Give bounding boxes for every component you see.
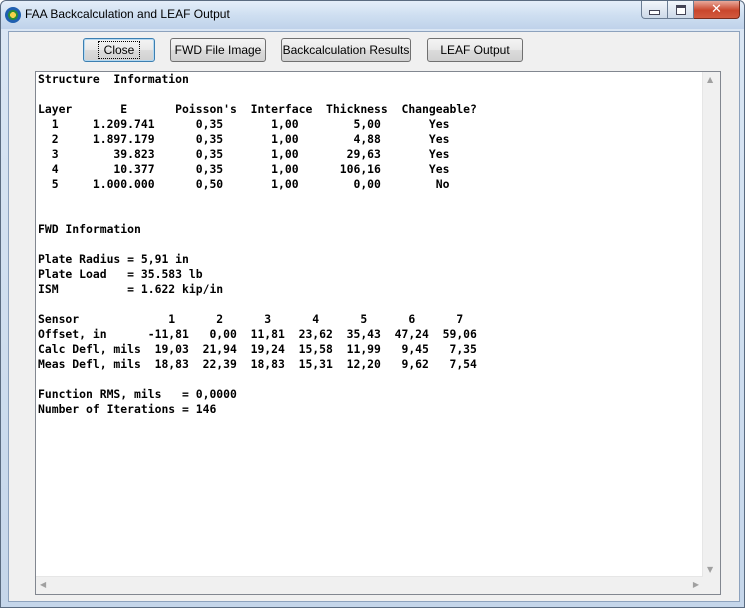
app-window: FAA Backcalculation and LEAF Output ✕ Cl… xyxy=(0,0,745,608)
backcalculation-results-label: Backcalculation Results xyxy=(282,43,410,57)
vertical-scrollbar[interactable]: ▲ ▼ xyxy=(702,72,720,578)
close-button[interactable]: Close xyxy=(83,38,155,62)
client-area: Close FWD File Image Backcalculation Res… xyxy=(8,31,740,602)
caption-buttons: ✕ xyxy=(641,1,740,21)
fwd-file-image-button[interactable]: FWD File Image xyxy=(170,38,266,62)
faa-globe-icon xyxy=(5,7,21,23)
minimize-button[interactable] xyxy=(641,1,668,19)
window-title: FAA Backcalculation and LEAF Output xyxy=(25,7,230,21)
output-line: Number of Iterations = 146 xyxy=(38,402,217,416)
scroll-left-icon[interactable]: ◀ xyxy=(40,581,46,589)
maximize-icon xyxy=(675,4,686,15)
close-button-label: Close xyxy=(97,41,141,59)
horizontal-scrollbar[interactable]: ◀ ▶ xyxy=(36,576,703,594)
output-line: 1 1.209.741 0,35 1,00 5,00 Yes xyxy=(38,117,450,131)
output-line: 5 1.000.000 0,50 1,00 0,00 No xyxy=(38,177,450,191)
output-text-box[interactable]: Structure Information Layer E Poisson's … xyxy=(35,71,721,595)
output-line: Plate Load = 35.583 lb xyxy=(38,267,203,281)
scroll-right-icon[interactable]: ▶ xyxy=(693,581,699,589)
leaf-output-label: LEAF Output xyxy=(440,43,510,57)
output-line: 2 1.897.179 0,35 1,00 4,88 Yes xyxy=(38,132,450,146)
maximize-button[interactable] xyxy=(668,1,694,19)
fwd-file-image-label: FWD File Image xyxy=(174,43,262,57)
close-window-button[interactable]: ✕ xyxy=(694,1,740,19)
output-line: ISM = 1.622 kip/in xyxy=(38,282,224,296)
leaf-output-button[interactable]: LEAF Output xyxy=(427,38,523,62)
output-line: Layer E Poisson's Interface Thickness Ch… xyxy=(38,102,477,116)
minimize-icon xyxy=(649,10,660,15)
output-line: FWD Information xyxy=(38,222,141,236)
output-line: Calc Defl, mils 19,03 21,94 19,24 15,58 … xyxy=(38,342,477,356)
output-line: Sensor 1 2 3 4 5 6 7 xyxy=(38,312,464,326)
output-line: 4 10.377 0,35 1,00 106,16 Yes xyxy=(38,162,450,176)
output-line: Plate Radius = 5,91 in xyxy=(38,252,189,266)
output-line: Offset, in -11,81 0,00 11,81 23,62 35,43… xyxy=(38,327,477,341)
output-line: Function RMS, mils = 0,0000 xyxy=(38,387,237,401)
output-line: Meas Defl, mils 18,83 22,39 18,83 15,31 … xyxy=(38,357,477,371)
output-line: Structure Information xyxy=(38,72,189,86)
output-line: 3 39.823 0,35 1,00 29,63 Yes xyxy=(38,147,450,161)
close-icon: ✕ xyxy=(711,2,722,17)
scroll-down-icon[interactable]: ▼ xyxy=(707,566,713,574)
title-bar[interactable]: FAA Backcalculation and LEAF Output ✕ xyxy=(1,1,744,29)
scroll-corner xyxy=(703,577,720,594)
backcalculation-results-button[interactable]: Backcalculation Results xyxy=(281,38,411,62)
scroll-up-icon[interactable]: ▲ xyxy=(707,76,713,84)
output-text: Structure Information Layer E Poisson's … xyxy=(38,72,477,417)
